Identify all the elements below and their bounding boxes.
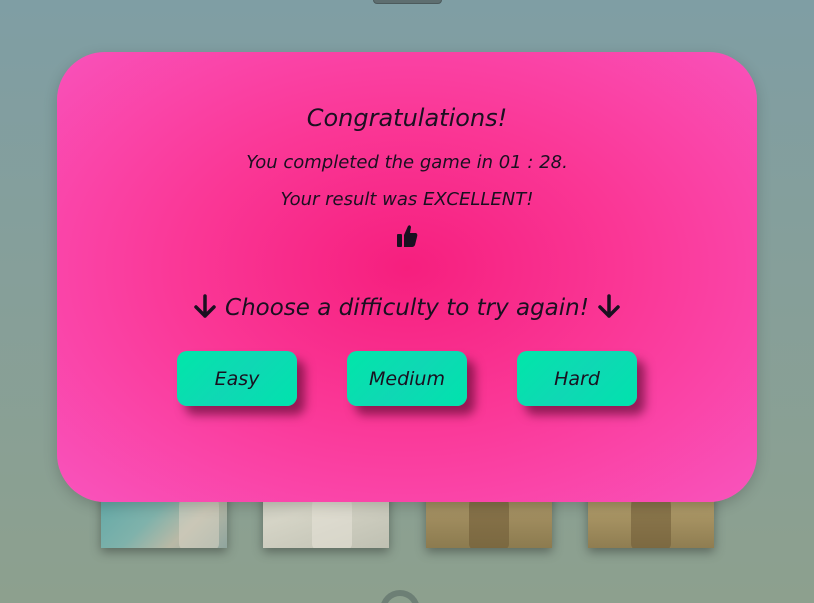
- try-again-text: Choose a difficulty to try again!: [225, 295, 589, 321]
- medium-button[interactable]: Medium: [347, 351, 467, 406]
- modal-title: Congratulations!: [306, 104, 508, 132]
- bottom-partial-glyph: [380, 590, 420, 603]
- completion-time-text: You completed the game in 01 : 28.: [246, 152, 568, 173]
- arrow-down-icon: [193, 294, 216, 318]
- easy-button[interactable]: Easy: [177, 351, 297, 406]
- result-text: Your result was EXCELLENT!: [280, 189, 534, 210]
- try-again-prompt: Choose a difficulty to try again!: [57, 294, 757, 321]
- hard-button[interactable]: Hard: [517, 351, 637, 406]
- congratulations-modal: Congratulations! You completed the game …: [57, 52, 757, 502]
- top-bar-handle: [373, 0, 442, 4]
- arrow-down-icon: [598, 294, 621, 318]
- thumbs-up-icon: [397, 225, 418, 247]
